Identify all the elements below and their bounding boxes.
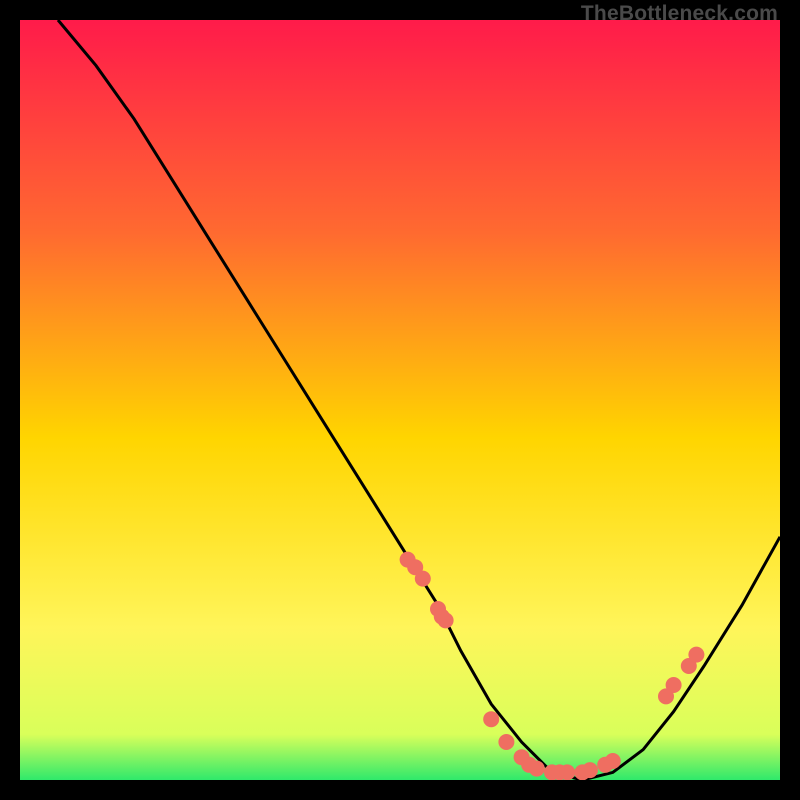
data-point bbox=[688, 647, 704, 663]
data-point bbox=[498, 734, 514, 750]
data-point bbox=[483, 711, 499, 727]
data-point bbox=[438, 612, 454, 628]
chart-svg bbox=[20, 20, 780, 780]
data-point bbox=[415, 571, 431, 587]
data-point bbox=[582, 762, 598, 778]
data-point bbox=[559, 764, 575, 780]
data-point bbox=[605, 753, 621, 769]
data-point bbox=[666, 677, 682, 693]
plot-background bbox=[20, 20, 780, 780]
data-point bbox=[529, 761, 545, 777]
